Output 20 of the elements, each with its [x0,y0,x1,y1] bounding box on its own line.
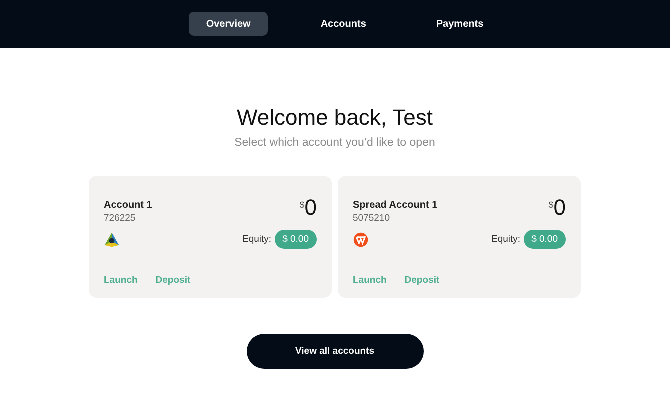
nav-tab[interactable]: Accounts [304,12,384,36]
equity-badge: $ 0.00 [274,230,317,249]
equity-badge: $ 0.00 [524,230,566,249]
account-number: 726225 [104,213,137,224]
view-all-accounts-button[interactable]: View all accounts [246,334,424,369]
balance-amount: 0 [554,196,566,220]
nav-tab[interactable]: Payments [419,12,501,36]
equity-label: Equity: [492,234,521,245]
account-name: Spread Account 1 [353,200,438,211]
account-number: 5075210 [353,213,391,224]
nav-tab[interactable]: Overview [189,12,268,36]
balance-amount: 0 [304,196,317,220]
equity-label: Equity: [242,234,272,245]
platform-logo-icon [353,232,369,248]
platform-logo-icon [104,232,120,248]
currency-symbol: $ [548,200,554,210]
account-name: Account 1 [104,200,152,211]
welcome-heading: Welcome back, Test [236,105,434,131]
currency-symbol: $ [300,200,305,210]
subheading: Select which account you’d like to open [234,137,436,149]
